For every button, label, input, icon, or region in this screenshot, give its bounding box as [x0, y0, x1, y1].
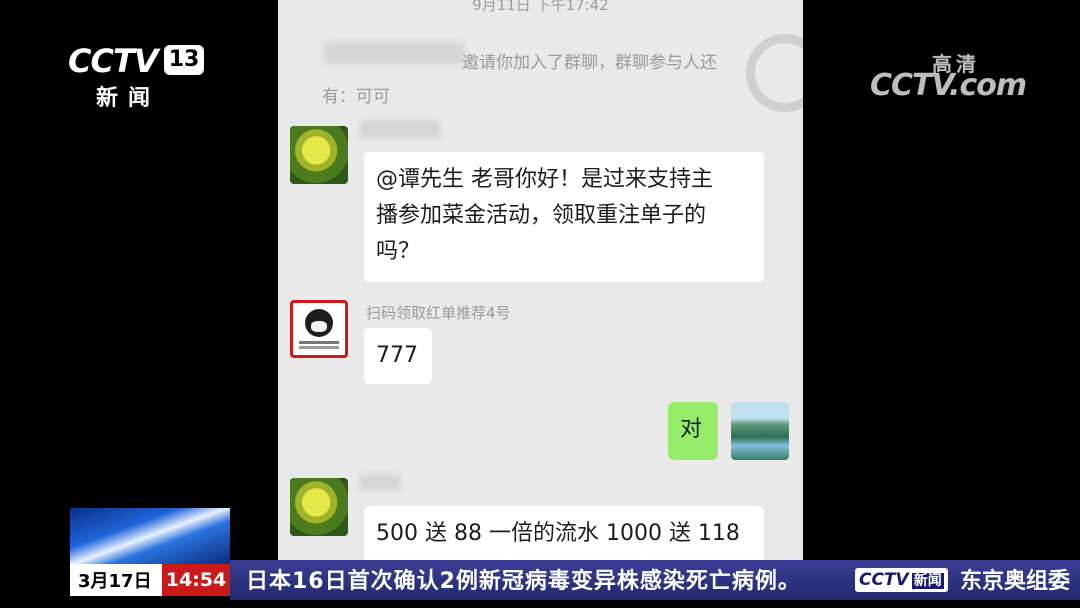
ticker-headline: 日本16日首次确认2例新冠病毒变异株感染死亡病例。 — [246, 569, 801, 594]
scenery-avatar[interactable] — [731, 402, 789, 460]
football-avatar[interactable] — [290, 126, 348, 184]
channel-subtitle: 新闻 — [96, 86, 161, 111]
chat-screen: 9月11日 下午17:42 邀请你加入了群聊，群聊参与人还 有：可可 @谭先生 … — [278, 0, 803, 560]
channel-number: 13 — [164, 45, 204, 75]
date-label: 3月17日 — [78, 571, 152, 592]
chat-timestamp: 9月11日 下午17:42 — [472, 0, 609, 14]
football-avatar[interactable] — [290, 478, 348, 536]
system-message-line2: 有：可可 — [322, 87, 390, 107]
message-bubble[interactable]: 500 送 88 一倍的流水 1000 送 118 — [364, 506, 764, 560]
message-line: 播参加菜金活动，领取重注单子的 — [376, 203, 707, 228]
ticker-next-headline: 东京奥组委 — [960, 569, 1071, 594]
blurred-sender — [360, 120, 440, 138]
meme-avatar[interactable] — [290, 300, 348, 358]
globe-graphic — [70, 508, 230, 564]
channel-logo: CCTV 13 新闻 — [68, 42, 208, 111]
system-message-line1: 邀请你加入了群聊，群聊参与人还 — [462, 53, 717, 73]
message-line: 吗？ — [376, 239, 421, 264]
system-message: 邀请你加入了群聊，群聊参与人还 有：可可 — [322, 46, 762, 114]
message-bubble[interactable]: @谭先生 老哥你好！是过来支持主 播参加菜金活动，领取重注单子的 吗？ — [364, 152, 764, 282]
outgoing-message-bubble[interactable]: 对 — [668, 402, 718, 460]
message-line: @谭先生 老哥你好！是过来支持主 — [376, 167, 713, 192]
channel-logo-word: CCTV — [68, 42, 159, 80]
message-text: 对 — [680, 417, 703, 442]
blurred-sender — [360, 474, 400, 490]
sender-name: 扫码领取红单推荐4号 — [366, 304, 511, 322]
time-label: 14:54 — [162, 564, 230, 596]
message-bubble[interactable]: 777 — [364, 328, 432, 384]
ticker-logo: CCTV 新闻 — [855, 568, 948, 592]
news-ticker: 日本16日首次确认2例新冠病毒变异株感染死亡病例。 CCTV 新闻 东京奥组委 — [230, 560, 1080, 600]
meme-face-icon — [305, 309, 333, 337]
cctv-com-watermark: 高清 CCTV.com — [870, 48, 1050, 108]
date-time-box: 3月17日 14:54 — [70, 564, 230, 596]
watermark-word: CCTV.com — [870, 68, 1027, 103]
message-text: 777 — [376, 343, 418, 368]
message-text: 500 送 88 一倍的流水 1000 送 118 — [376, 521, 740, 546]
